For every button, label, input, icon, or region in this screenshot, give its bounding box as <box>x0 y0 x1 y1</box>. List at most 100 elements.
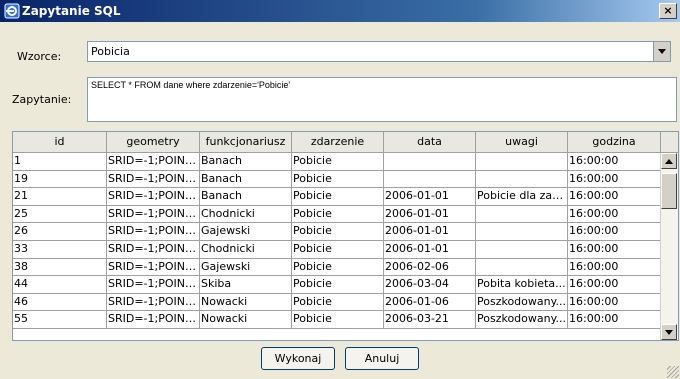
table-cell <box>476 223 568 241</box>
execute-button[interactable]: Wykonaj <box>261 347 335 370</box>
table-cell: 26 <box>13 223 107 241</box>
results-table: id geometry funkcjonariusz zdarzenie data uwa… <box>12 131 679 341</box>
table-cell: SRID=-1;POINT(... <box>107 240 200 259</box>
arrow-up-icon <box>665 159 673 164</box>
column-header-zdarzenie[interactable]: zdarzenie <box>292 132 384 153</box>
chevron-down-icon <box>658 49 666 54</box>
table-row[interactable]: 46 SRID=-1;POINT(... Nowacki Pobicie 2006-01… <box>13 293 661 312</box>
table-cell: SRID=-1;POINT(... <box>107 205 200 224</box>
table-cell: 16:00:00 <box>568 223 661 241</box>
table-cell: Pobicie <box>292 276 384 294</box>
table-cell: SRID=-1;POINT(... <box>107 258 200 277</box>
table-row[interactable]: 33 SRID=-1;POINT(... Chodnicki Pobicie 2006-… <box>13 240 661 259</box>
table-cell: Gajewski <box>200 258 292 277</box>
table-cell: 16:00:00 <box>568 276 661 294</box>
table-cell: SRID=-1;POINT(... <box>107 170 200 189</box>
scroll-down-button[interactable] <box>661 324 677 340</box>
column-header-godzina[interactable]: godzina <box>568 132 661 153</box>
table-cell: 2006-01-01 <box>384 205 476 224</box>
table-cell: Poszkodowany... <box>476 311 568 329</box>
window-title: Zapytanie SQL <box>22 4 121 18</box>
column-header-geometry[interactable]: geometry <box>107 132 200 153</box>
table-row[interactable]: 25 SRID=-1;POINT(... Chodnicki Pobicie 2006-… <box>13 205 661 224</box>
table-cell: Pobicie <box>292 223 384 241</box>
table-cell: Pobicie <box>292 311 384 329</box>
table-cell: 1 <box>13 153 107 171</box>
table-cell: Nowacki <box>200 293 292 312</box>
table-cell: 16:00:00 <box>568 258 661 277</box>
table-cell: 16:00:00 <box>568 188 661 206</box>
table-cell: 2006-01-01 <box>384 188 476 206</box>
table-cell: Pobicie <box>292 153 384 171</box>
table-row[interactable]: 44 SRID=-1;POINT(... Skiba Pobicie 2006-03-0… <box>13 276 661 294</box>
table-cell: Pobicie <box>292 170 384 189</box>
table-cell: Pobicie <box>292 240 384 259</box>
table-cell: Pobicie <box>292 258 384 277</box>
wzorce-select-value: Pobicia <box>91 45 130 58</box>
table-cell: Banach <box>200 153 292 171</box>
scroll-up-button[interactable] <box>661 153 677 169</box>
table-cell: Banach <box>200 170 292 189</box>
table-row[interactable]: 19 SRID=-1;POINT(... Banach Pobicie 16:00:00 <box>13 170 661 189</box>
table-row[interactable]: 21 SRID=-1;POINT(... Banach Pobicie 2006-01-… <box>13 188 661 206</box>
wzorce-select[interactable]: Pobicia <box>87 41 671 62</box>
table-cell: 2006-03-04 <box>384 276 476 294</box>
cancel-button[interactable]: Anuluj <box>345 347 419 370</box>
table-cell: 33 <box>13 240 107 259</box>
table-row[interactable]: 1 SRID=-1;POINT(... Banach Pobicie 16:00:00 <box>13 153 661 171</box>
table-cell: 16:00:00 <box>568 293 661 312</box>
table-cell <box>384 153 476 171</box>
table-row[interactable]: 26 SRID=-1;POINT(... Gajewski Pobicie 2006-0… <box>13 223 661 241</box>
table-cell <box>476 240 568 259</box>
column-header-data[interactable]: data <box>384 132 476 153</box>
table-cell <box>384 170 476 189</box>
table-cell: 16:00:00 <box>568 205 661 224</box>
table-cell: Banach <box>200 188 292 206</box>
table-cell: 16:00:00 <box>568 153 661 171</box>
table-header: id geometry funkcjonariusz zdarzenie data uwa… <box>13 132 661 153</box>
wzorce-label: Wzorce: <box>17 50 62 63</box>
zapytanie-label: Zapytanie: <box>12 93 72 106</box>
dialog-window: Zapytanie SQL × Wzorce: Pobicia Zapytani… <box>0 0 680 379</box>
header-corner <box>661 132 678 153</box>
table-cell: Pobicie <box>292 205 384 224</box>
table-cell: 2006-01-06 <box>384 293 476 312</box>
close-button[interactable]: × <box>659 3 677 19</box>
sql-query-input[interactable]: SELECT * FROM dane where zdarzenie='Pobi… <box>87 77 677 122</box>
table-cell: Pobicie <box>292 188 384 206</box>
column-header-uwagi[interactable]: uwagi <box>476 132 568 153</box>
wzorce-dropdown-button[interactable] <box>653 42 670 61</box>
table-cell: 38 <box>13 258 107 277</box>
table-cell: Gajewski <box>200 223 292 241</box>
table-cell: 44 <box>13 276 107 294</box>
table-row[interactable]: 55 SRID=-1;POINT(... Nowacki Pobicie 2006-03… <box>13 311 661 329</box>
table-cell: Nowacki <box>200 311 292 329</box>
title-bar[interactable]: Zapytanie SQL × <box>0 0 680 22</box>
table-cell <box>476 205 568 224</box>
table-cell: Skiba <box>200 276 292 294</box>
table-cell: 16:00:00 <box>568 170 661 189</box>
vertical-scrollbar[interactable] <box>660 153 678 340</box>
table-cell: Chodnicki <box>200 205 292 224</box>
table-cell: 55 <box>13 311 107 329</box>
table-row[interactable]: 38 SRID=-1;POINT(... Gajewski Pobicie 2006-0… <box>13 258 661 277</box>
table-cell: SRID=-1;POINT(... <box>107 153 200 171</box>
table-cell: 25 <box>13 205 107 224</box>
table-cell: Pobicie dla zabawy <box>476 188 568 206</box>
scroll-thumb[interactable] <box>661 173 677 209</box>
table-cell <box>476 153 568 171</box>
sql-query-text: SELECT * FROM dane where zdarzenie='Pobi… <box>91 80 291 90</box>
resize-grip[interactable] <box>667 366 679 378</box>
table-cell: Pobita kobieta... <box>476 276 568 294</box>
table-cell <box>476 258 568 277</box>
table-cell: SRID=-1;POINT(... <box>107 276 200 294</box>
arrow-down-icon <box>665 330 673 335</box>
table-cell: SRID=-1;POINT(... <box>107 293 200 312</box>
table-cell <box>476 170 568 189</box>
table-cell: 16:00:00 <box>568 240 661 259</box>
column-header-id[interactable]: id <box>13 132 107 153</box>
column-header-funkcjonariusz[interactable]: funkcjonariusz <box>200 132 292 153</box>
table-body: 1 SRID=-1;POINT(... Banach Pobicie 16:00:00 1… <box>13 153 661 329</box>
table-cell: 46 <box>13 293 107 312</box>
table-cell: 2006-02-06 <box>384 258 476 277</box>
